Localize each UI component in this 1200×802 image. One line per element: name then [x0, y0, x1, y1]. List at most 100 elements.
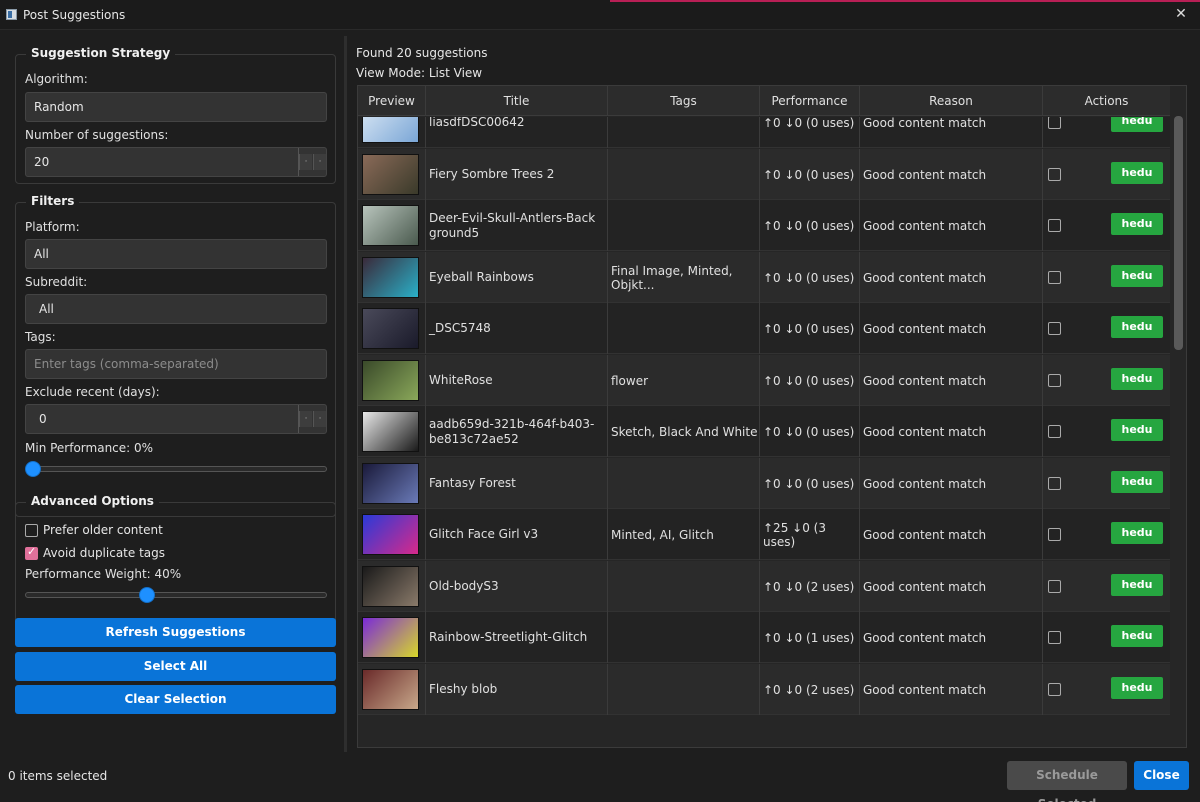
suggestion-strategy-group: Suggestion Strategy Algorithm: Random Nu… — [15, 46, 336, 184]
close-button[interactable]: Close — [1134, 761, 1189, 790]
column-header[interactable]: Title — [426, 86, 608, 116]
select-row-checkbox[interactable] — [1048, 374, 1061, 387]
title-cell: Eyeball Rainbows — [426, 252, 608, 303]
scrollbar-thumb[interactable] — [1174, 116, 1183, 350]
table-row[interactable]: WhiteRose flower ↑0 ↓0 (0 uses) Good conten… — [358, 355, 1170, 406]
title-bar: Post Suggestions ✕ — [0, 0, 1200, 30]
preview-thumbnail — [362, 154, 419, 195]
table-row[interactable]: _DSC5748 ↑0 ↓0 (0 uses) Good content match… — [358, 303, 1170, 354]
select-row-checkbox[interactable] — [1048, 580, 1061, 593]
checkbox-icon[interactable] — [25, 523, 38, 537]
row-action-button[interactable]: hedu — [1111, 574, 1163, 596]
table-row[interactable]: Glitch Face Girl v3 Minted, AI, Glitch ↑25… — [358, 509, 1170, 560]
select-row-checkbox[interactable] — [1048, 477, 1061, 490]
preview-cell — [358, 252, 426, 303]
spin-up-icon[interactable]: · — [313, 411, 326, 427]
table-row[interactable]: Eyeball Rainbows Final Image, Minted, Obj… — [358, 252, 1170, 303]
select-row-checkbox[interactable] — [1048, 117, 1061, 129]
performance-cell: ↑0 ↓0 (0 uses) — [760, 149, 860, 200]
spin-up-icon[interactable]: · — [313, 154, 326, 170]
reason-cell: Good content match — [860, 561, 1043, 612]
preview-thumbnail — [362, 257, 419, 298]
table-row[interactable]: liasdfDSC00642 ↑0 ↓0 (0 uses) Good content… — [358, 117, 1170, 148]
spin-buttons[interactable]: · · — [298, 148, 326, 176]
column-header[interactable]: Actions — [1043, 86, 1170, 116]
preview-thumbnail — [362, 117, 419, 143]
spin-down-icon[interactable]: · — [299, 411, 312, 427]
close-icon[interactable]: ✕ — [1172, 5, 1190, 23]
subreddit-label: Subreddit: — [25, 275, 88, 289]
select-row-checkbox[interactable] — [1048, 631, 1061, 644]
title-cell: _DSC5748 — [426, 303, 608, 354]
table-row[interactable]: Deer-Evil-Skull-Antlers-Background5 ↑0 ↓0… — [358, 200, 1170, 251]
actions-cell: hedu — [1043, 303, 1170, 354]
row-action-button[interactable]: hedu — [1111, 419, 1163, 441]
row-action-button[interactable]: hedu — [1111, 677, 1163, 699]
select-row-checkbox[interactable] — [1048, 683, 1061, 696]
vertical-scrollbar[interactable] — [1170, 116, 1186, 747]
row-action-button[interactable]: hedu — [1111, 117, 1163, 132]
select-all-button[interactable]: Select All — [15, 652, 336, 681]
performance-cell: ↑0 ↓0 (0 uses) — [760, 303, 860, 354]
subreddit-select[interactable]: All — [25, 294, 327, 324]
reason-cell: Good content match — [860, 200, 1043, 251]
select-row-checkbox[interactable] — [1048, 322, 1061, 335]
exclude-recent-spinbox[interactable]: 0 · · — [25, 404, 327, 434]
checkbox-label: Avoid duplicate tags — [43, 546, 166, 560]
platform-select[interactable]: All — [25, 239, 327, 269]
slider-thumb[interactable] — [139, 587, 155, 603]
table-row[interactable]: aadb659d-321b-464f-b403-be813c72ae52 Sket… — [358, 406, 1170, 457]
title-text: Deer-Evil-Skull-Antlers-Background5 — [429, 210, 596, 240]
performance-weight-slider[interactable] — [25, 587, 327, 603]
title-text: aadb659d-321b-464f-b403-be813c72ae52 — [429, 416, 595, 446]
title-text: Fleshy blob — [429, 682, 498, 696]
column-header[interactable]: Tags — [608, 86, 760, 116]
spin-buttons[interactable]: · · — [298, 405, 326, 433]
row-action-button[interactable]: hedu — [1111, 522, 1163, 544]
row-action-button[interactable]: hedu — [1111, 368, 1163, 390]
table-row[interactable]: Fantasy Forest ↑0 ↓0 (0 uses) Good content… — [358, 458, 1170, 509]
table-row[interactable]: Old-bodyS3 ↑0 ↓0 (2 uses) Good content mat… — [358, 561, 1170, 612]
min-performance-slider[interactable] — [25, 461, 327, 477]
row-action-button[interactable]: hedu — [1111, 265, 1163, 287]
prefer-older-checkbox[interactable]: Prefer older content — [25, 522, 163, 538]
column-header[interactable]: Preview — [358, 86, 426, 116]
row-action-button[interactable]: hedu — [1111, 316, 1163, 338]
schedule-selected-button[interactable]: Schedule Selected — [1007, 761, 1127, 802]
row-action-button[interactable]: hedu — [1111, 213, 1163, 235]
select-row-checkbox[interactable] — [1048, 425, 1061, 438]
slider-thumb[interactable] — [25, 461, 41, 477]
tags-cell — [608, 664, 760, 715]
row-action-button[interactable]: hedu — [1111, 625, 1163, 647]
tags-cell — [608, 458, 760, 509]
clear-selection-button[interactable]: Clear Selection — [15, 685, 336, 714]
suggestions-table: Preview Title Tags Performance Reason Ac… — [357, 85, 1187, 748]
avoid-duplicate-checkbox[interactable]: Avoid duplicate tags — [25, 545, 165, 561]
table-row[interactable]: Fiery Sombre Trees 2 ↑0 ↓0 (0 uses) Good c… — [358, 149, 1170, 200]
table-row[interactable]: Fleshy blob ↑0 ↓0 (2 uses) Good content ma… — [358, 664, 1170, 715]
count-spinbox[interactable]: 20 · · — [25, 147, 327, 177]
actions-cell: hedu — [1043, 149, 1170, 200]
refresh-suggestions-button[interactable]: Refresh Suggestions — [15, 618, 336, 647]
row-action-button[interactable]: hedu — [1111, 471, 1163, 493]
select-row-checkbox[interactable] — [1048, 219, 1061, 232]
actions-cell: hedu — [1043, 117, 1170, 148]
algorithm-label: Algorithm: — [25, 72, 88, 86]
column-header[interactable]: Performance — [760, 86, 860, 116]
algorithm-select[interactable]: Random — [25, 92, 327, 122]
preview-cell — [358, 406, 426, 457]
row-action-button[interactable]: hedu — [1111, 162, 1163, 184]
title-text: WhiteRose — [429, 373, 493, 387]
tags-input[interactable]: Enter tags (comma-separated) — [25, 349, 327, 379]
select-row-checkbox[interactable] — [1048, 271, 1061, 284]
select-row-checkbox[interactable] — [1048, 528, 1061, 541]
checkbox-icon[interactable] — [25, 545, 38, 560]
column-header[interactable]: Reason — [860, 86, 1043, 116]
table-row[interactable]: Rainbow-Streetlight-Glitch ↑0 ↓0 (1 uses)… — [358, 612, 1170, 663]
actions-cell: hedu — [1043, 612, 1170, 663]
reason-cell: Good content match — [860, 117, 1043, 148]
title-text: Old-bodyS3 — [429, 579, 499, 593]
title-text: Fantasy Forest — [429, 476, 516, 490]
select-row-checkbox[interactable] — [1048, 168, 1061, 181]
spin-down-icon[interactable]: · — [299, 154, 312, 170]
